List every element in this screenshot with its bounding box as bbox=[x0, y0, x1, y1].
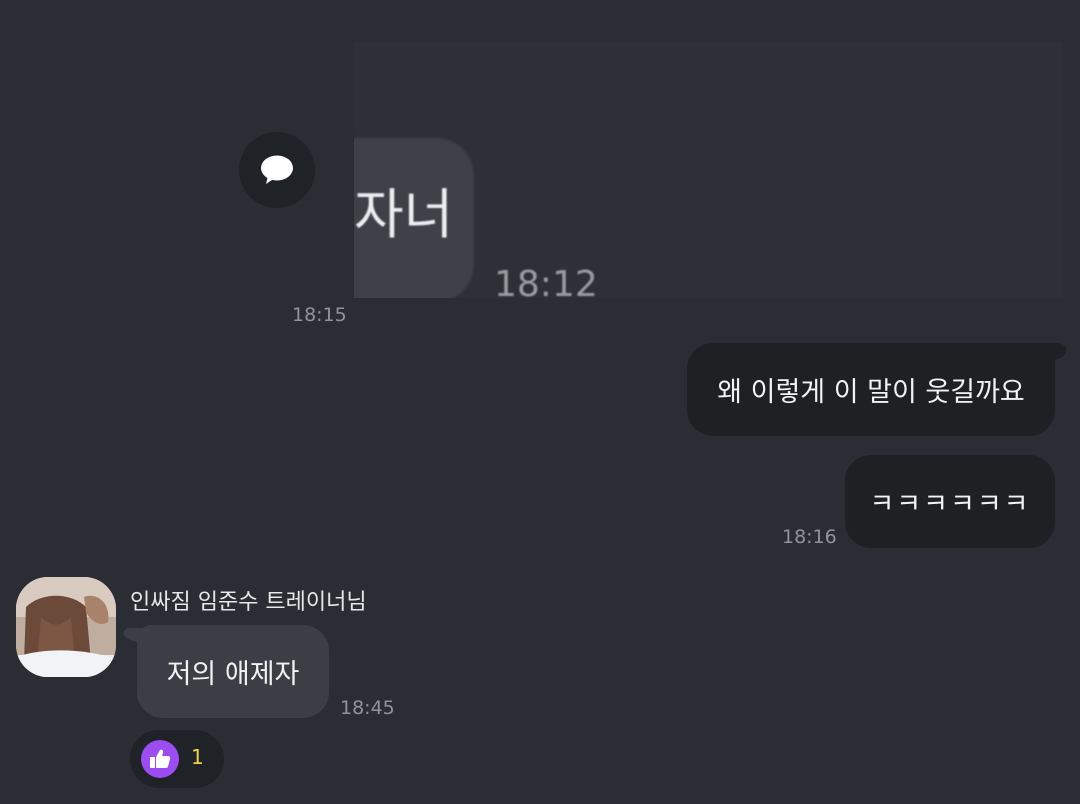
outgoing-message-bubble[interactable]: 왜 이렇게 이 말이 웃길까요 bbox=[687, 343, 1055, 436]
message-text: 왜 이렇게 이 말이 웃길까요 bbox=[717, 377, 1025, 408]
sender-name[interactable]: 인싸짐 임준수 트레이너님 bbox=[130, 584, 367, 616]
message-text: ㅋㅋㅋㅋㅋㅋ bbox=[869, 489, 1031, 520]
outgoing-message-bubble[interactable]: ㅋㅋㅋㅋㅋㅋ bbox=[845, 455, 1055, 548]
share-button[interactable] bbox=[239, 132, 315, 208]
message-timestamp: 18:16 bbox=[782, 526, 837, 548]
thumbs-up-icon bbox=[141, 740, 179, 778]
shared-message-timestamp: 18:15 bbox=[292, 304, 347, 326]
image-message-timestamp: 18:12 bbox=[494, 264, 598, 298]
shared-image[interactable]: 자너 18:12 bbox=[354, 42, 1062, 298]
message-text: 저의 애제자 bbox=[166, 659, 300, 690]
speech-bubble-icon bbox=[261, 155, 293, 184]
avatar[interactable] bbox=[16, 577, 116, 677]
image-message-text: 자너 bbox=[354, 183, 454, 246]
reaction-count: 1 bbox=[191, 745, 204, 769]
reaction-badge[interactable]: 1 bbox=[130, 730, 224, 788]
message-timestamp: 18:45 bbox=[340, 697, 395, 719]
incoming-message-bubble[interactable]: 저의 애제자 bbox=[137, 625, 329, 718]
